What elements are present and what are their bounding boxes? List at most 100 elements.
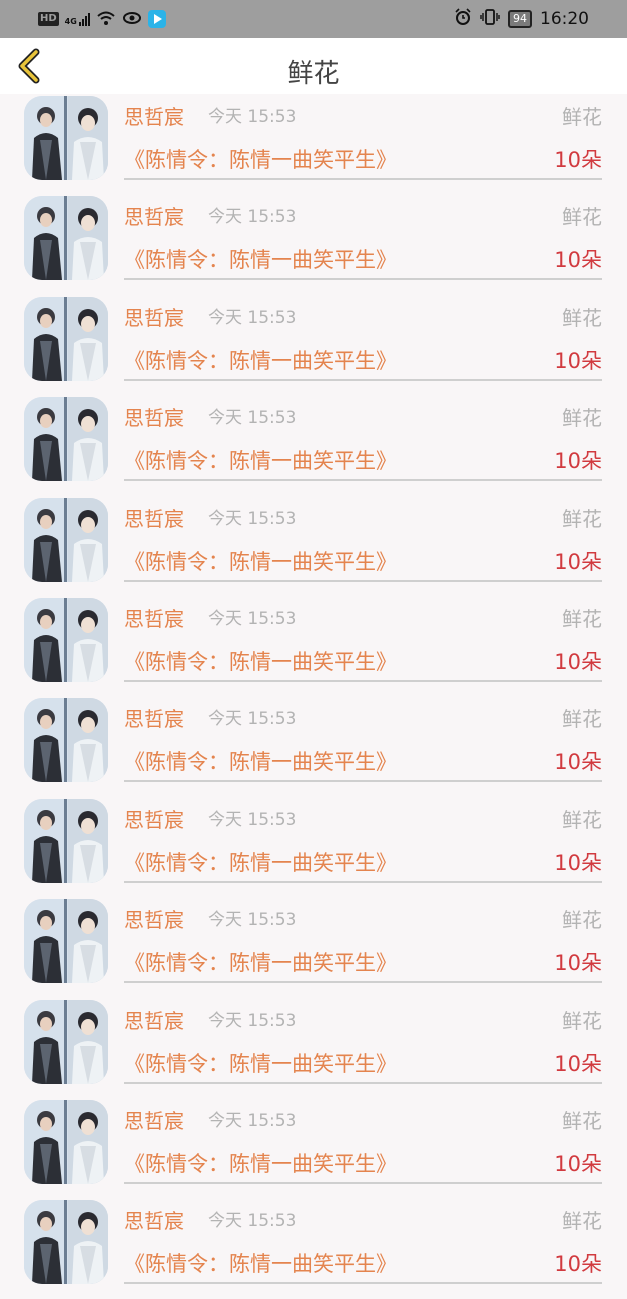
list-item[interactable]: 思哲宸 今天 15:53 鲜花 《陈情令：陈情一曲笑平生》 10朵 <box>0 295 627 395</box>
flower-count: 10朵 <box>554 1051 602 1076</box>
avatar <box>24 296 108 381</box>
work-title-link[interactable]: 《陈情令：陈情一曲笑平生》 <box>124 748 397 776</box>
list-item[interactable]: 思哲宸 今天 15:53 鲜花 《陈情令：陈情一曲笑平生》 10朵 <box>0 1098 627 1198</box>
sender-name[interactable]: 思哲宸 <box>124 807 184 833</box>
gift-type: 鲜花 <box>562 1108 602 1133</box>
avatar <box>24 497 108 582</box>
divider <box>124 981 602 984</box>
status-left: HD 4G <box>38 9 166 29</box>
eye-icon <box>122 11 142 28</box>
sender-name[interactable]: 思哲宸 <box>124 606 184 632</box>
divider <box>124 278 602 281</box>
sender-name[interactable]: 思哲宸 <box>124 1108 184 1134</box>
work-title-link[interactable]: 《陈情令：陈情一曲笑平生》 <box>124 146 397 174</box>
gift-type: 鲜花 <box>562 406 602 431</box>
work-title-link[interactable]: 《陈情令：陈情一曲笑平生》 <box>124 1250 397 1278</box>
sender-name[interactable]: 思哲宸 <box>124 907 184 933</box>
sender-name[interactable]: 思哲宸 <box>124 1008 184 1034</box>
battery-icon: 94 <box>508 10 532 28</box>
flower-count: 10朵 <box>554 850 602 875</box>
divider <box>124 1282 602 1285</box>
vibrate-icon <box>480 8 500 30</box>
divider <box>124 1181 602 1184</box>
divider <box>124 479 602 482</box>
video-app-icon <box>147 10 166 28</box>
work-title-link[interactable]: 《陈情令：陈情一曲笑平生》 <box>124 447 397 475</box>
divider <box>124 780 602 783</box>
sender-name[interactable]: 思哲宸 <box>124 506 184 532</box>
work-title-link[interactable]: 《陈情令：陈情一曲笑平生》 <box>124 648 397 676</box>
send-time: 今天 15:53 <box>208 408 297 429</box>
list-item[interactable]: 思哲宸 今天 15:53 鲜花 《陈情令：陈情一曲笑平生》 10朵 <box>0 696 627 796</box>
divider <box>124 1081 602 1084</box>
work-title-link[interactable]: 《陈情令：陈情一曲笑平生》 <box>124 246 397 274</box>
flower-count: 10朵 <box>554 449 602 474</box>
flower-count: 10朵 <box>554 649 602 674</box>
gift-type: 鲜花 <box>562 707 602 732</box>
flower-count: 10朵 <box>554 348 602 373</box>
avatar <box>24 698 108 783</box>
avatar <box>24 1200 108 1285</box>
list-item[interactable]: 思哲宸 今天 15:53 鲜花 《陈情令：陈情一曲笑平生》 10朵 <box>0 194 627 294</box>
divider <box>124 579 602 582</box>
work-title-link[interactable]: 《陈情令：陈情一曲笑平生》 <box>124 1150 397 1178</box>
send-time: 今天 15:53 <box>208 508 297 529</box>
avatar <box>24 899 108 984</box>
gift-type: 鲜花 <box>562 606 602 631</box>
work-title-link[interactable]: 《陈情令：陈情一曲笑平生》 <box>124 949 397 977</box>
divider <box>124 178 602 180</box>
flower-count: 10朵 <box>554 549 602 574</box>
list-item[interactable]: 思哲宸 今天 15:53 鲜花 《陈情令：陈情一曲笑平生》 10朵 <box>0 998 627 1098</box>
flower-count: 10朵 <box>554 1151 602 1176</box>
gift-type: 鲜花 <box>562 205 602 230</box>
list-item[interactable]: 思哲宸 今天 15:53 鲜花 《陈情令：陈情一曲笑平生》 10朵 <box>0 496 627 596</box>
sender-name[interactable]: 思哲宸 <box>124 305 184 331</box>
avatar <box>24 96 108 180</box>
top-bar: 鲜花 <box>0 38 627 94</box>
flower-record-list: 思哲宸 今天 15:53 鲜花 《陈情令：陈情一曲笑平生》 10朵 思哲宸 今天… <box>0 94 627 1299</box>
avatar <box>24 597 108 682</box>
divider <box>124 679 602 682</box>
gift-type: 鲜花 <box>562 1209 602 1234</box>
status-right: 94 16:20 <box>454 7 589 31</box>
hd-icon: HD <box>38 12 59 26</box>
list-item[interactable]: 思哲宸 今天 15:53 鲜花 《陈情令：陈情一曲笑平生》 10朵 <box>0 1198 627 1298</box>
send-time: 今天 15:53 <box>208 1211 297 1232</box>
sender-name[interactable]: 思哲宸 <box>124 1208 184 1234</box>
avatar <box>24 798 108 883</box>
list-item[interactable]: 思哲宸 今天 15:53 鲜花 《陈情令：陈情一曲笑平生》 10朵 <box>0 596 627 696</box>
flower-count: 10朵 <box>554 148 602 172</box>
send-time: 今天 15:53 <box>208 107 297 127</box>
gift-type: 鲜花 <box>562 506 602 531</box>
send-time: 今天 15:53 <box>208 1110 297 1131</box>
send-time: 今天 15:53 <box>208 910 297 931</box>
alarm-icon <box>454 8 472 30</box>
signal-icon: 4G <box>64 12 90 26</box>
list-item[interactable]: 思哲宸 今天 15:53 鲜花 《陈情令：陈情一曲笑平生》 10朵 <box>0 395 627 495</box>
send-time: 今天 15:53 <box>208 307 297 328</box>
sender-name[interactable]: 思哲宸 <box>124 104 184 130</box>
avatar <box>24 397 108 482</box>
sender-name[interactable]: 思哲宸 <box>124 405 184 431</box>
status-bar: HD 4G 94 16:20 <box>0 0 627 38</box>
avatar <box>24 1099 108 1184</box>
work-title-link[interactable]: 《陈情令：陈情一曲笑平生》 <box>124 849 397 877</box>
sender-name[interactable]: 思哲宸 <box>124 706 184 732</box>
work-title-link[interactable]: 《陈情令：陈情一曲笑平生》 <box>124 1050 397 1078</box>
gift-type: 鲜花 <box>562 305 602 330</box>
sender-name[interactable]: 思哲宸 <box>124 204 184 230</box>
send-time: 今天 15:53 <box>208 709 297 730</box>
work-title-link[interactable]: 《陈情令：陈情一曲笑平生》 <box>124 548 397 576</box>
gift-type: 鲜花 <box>562 1008 602 1033</box>
list-item[interactable]: 思哲宸 今天 15:53 鲜花 《陈情令：陈情一曲笑平生》 10朵 <box>0 797 627 897</box>
flower-count: 10朵 <box>554 750 602 775</box>
page-title: 鲜花 <box>287 59 340 89</box>
flower-count: 10朵 <box>554 951 602 976</box>
send-time: 今天 15:53 <box>208 207 297 228</box>
list-item[interactable]: 思哲宸 今天 15:53 鲜花 《陈情令：陈情一曲笑平生》 10朵 <box>0 94 627 194</box>
work-title-link[interactable]: 《陈情令：陈情一曲笑平生》 <box>124 347 397 375</box>
list-item[interactable]: 思哲宸 今天 15:53 鲜花 《陈情令：陈情一曲笑平生》 10朵 <box>0 897 627 997</box>
flower-count: 10朵 <box>554 1252 602 1277</box>
network-type-label: 4G <box>64 16 77 26</box>
gift-type: 鲜花 <box>562 807 602 832</box>
